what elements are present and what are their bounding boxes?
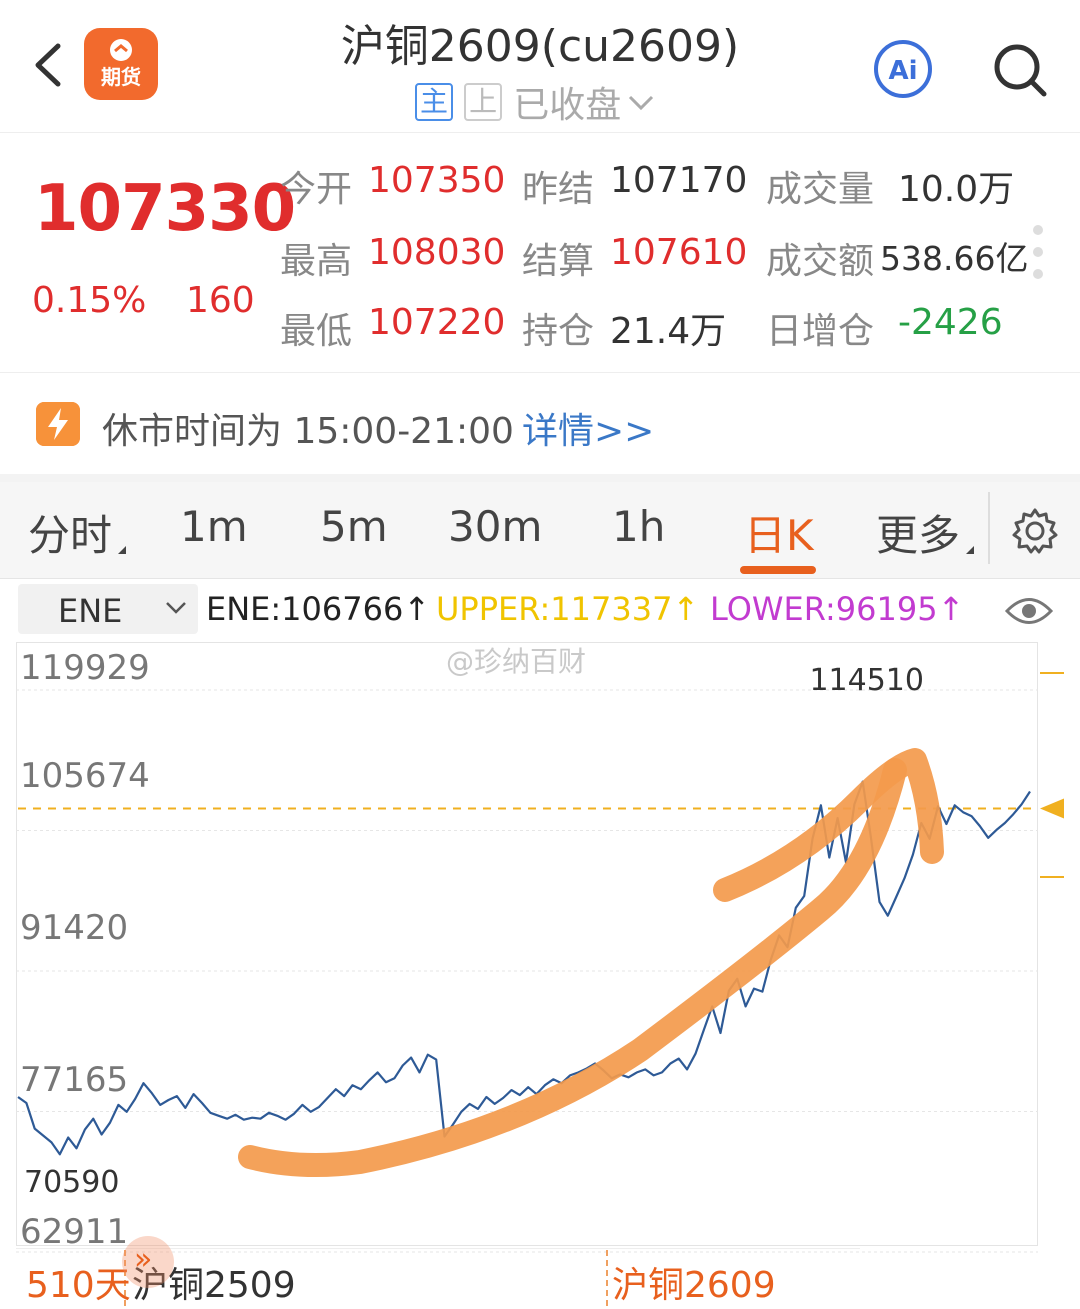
low-label: 最低 [280, 311, 353, 352]
tab-1m[interactable]: 1m [180, 502, 248, 551]
notice-text: 休市时间为 15:00-21:00 [102, 411, 514, 452]
tab-more[interactable]: 更多 [876, 502, 960, 563]
prev-settle-label: 昨结 [522, 169, 595, 210]
tab-5m[interactable]: 5m [320, 502, 388, 551]
low-value: 107220 [368, 302, 506, 343]
high-value: 108030 [368, 232, 506, 273]
tab-intraday[interactable]: 分时 [28, 502, 112, 563]
change-amount: 160 [186, 280, 255, 321]
main-contract-tag[interactable]: 主 [415, 83, 453, 121]
ene-value: ENE:106766↑ [206, 590, 431, 628]
open-interest-label: 持仓 [522, 311, 595, 352]
active-tab-indicator [740, 566, 816, 574]
chevron-down-icon[interactable] [626, 90, 656, 114]
double-chevron-icon: » [134, 1242, 153, 1277]
previous-contract-tag[interactable]: 上 [464, 83, 503, 121]
tab-more-caret-icon [966, 546, 974, 554]
ai-assistant-icon[interactable]: Ai [872, 38, 934, 100]
market-status[interactable]: 已收盘 [513, 76, 621, 128]
prev-settle-value: 107170 [610, 160, 748, 201]
y-tick-label: 91420 [20, 908, 129, 948]
volume-label: 成交量 [766, 169, 875, 210]
notice-details-link[interactable]: 详情>> [522, 402, 654, 454]
chevron-down-icon[interactable] [164, 598, 188, 618]
y-tick-label: 105674 [20, 756, 150, 796]
upper-band-value: UPPER:117337↑ [436, 590, 700, 628]
gear-icon[interactable] [1010, 506, 1060, 556]
ene-marker [1040, 798, 1064, 819]
high-label: 最高 [280, 241, 353, 282]
y-tick-label: 62911 [20, 1212, 129, 1252]
kline-chart-area[interactable] [16, 642, 1038, 1246]
tab-1h[interactable]: 1h [612, 502, 665, 551]
change-percent: 0.15% [32, 280, 147, 321]
days-count: 510天 [26, 1265, 131, 1306]
contract-label-new[interactable]: 沪铜2609 [612, 1256, 776, 1308]
volume-value: 10.0万 [898, 169, 1015, 210]
open-label: 今开 [280, 169, 353, 210]
oi-change-label: 日增仓 [766, 311, 875, 352]
tab-daily-k[interactable]: 日K [744, 502, 814, 563]
more-dots-icon[interactable] [1030, 222, 1046, 286]
y-tick-label: 119929 [20, 648, 150, 688]
svg-text:Ai: Ai [888, 56, 917, 86]
tab-30m[interactable]: 30m [448, 502, 542, 551]
tab-intraday-caret-icon [118, 546, 126, 554]
indicator-select-value[interactable]: ENE [58, 592, 122, 630]
open-value: 107350 [368, 160, 506, 201]
watermark: @珍纳百财 [446, 645, 587, 678]
turnover-label: 成交额 [766, 241, 875, 282]
contract-status-row[interactable]: 主 上 已收盘 [415, 76, 656, 126]
oi-change-value: -2426 [898, 302, 1003, 343]
last-price: 107330 [34, 172, 296, 246]
y-tick-label: 77165 [20, 1060, 129, 1100]
scroll-history-button[interactable]: » [122, 1236, 174, 1288]
lower-band-value: LOWER:96195↑ [710, 590, 965, 628]
contract-divider [606, 1250, 608, 1306]
tabs-divider [988, 492, 990, 564]
settle-label: 结算 [522, 241, 595, 282]
turnover-value: 538.66亿 [880, 239, 1029, 278]
lightning-icon [36, 402, 80, 446]
settle-value: 107610 [610, 232, 748, 273]
search-icon[interactable] [990, 40, 1050, 100]
eye-icon[interactable] [1004, 594, 1054, 628]
open-interest-value: 21.4万 [610, 311, 727, 352]
